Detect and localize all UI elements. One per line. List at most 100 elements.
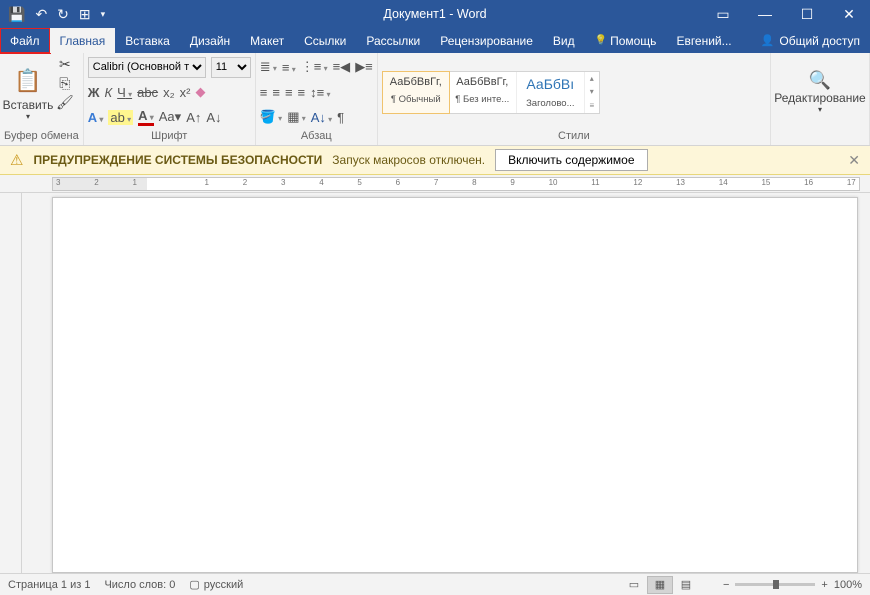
tab-design[interactable]: Дизайн [180,28,240,53]
bullets-button[interactable]: ≣ [260,59,277,75]
group-font: Calibri (Основной тек 11 Ж К Ч abc x₂ x²… [84,53,256,145]
zoom-control: − + 100% [723,579,862,591]
shrink-font-button[interactable]: A↓ [206,110,221,125]
tab-home[interactable]: Главная [50,28,116,53]
page-scroll-area[interactable] [22,193,870,573]
borders-button[interactable]: ▦ [287,109,306,125]
line-spacing-button[interactable]: ↕≡ [310,85,330,100]
style-preview: АаБбВвГг, [385,76,447,88]
web-layout-icon[interactable]: ▤ [673,576,699,594]
strikethrough-button[interactable]: abc [137,85,158,100]
align-right-button[interactable]: ≡ [285,85,293,100]
zoom-slider[interactable] [735,583,815,586]
underline-button[interactable]: Ч [117,85,132,100]
gallery-up-icon[interactable]: ▴ [590,74,594,83]
show-marks-button[interactable]: ¶ [337,110,344,125]
group-paragraph: ≣ ≡ ⋮≡ ≡◀ ▶≡ ≡ ≡ ≡ ≡ ↕≡ 🪣 ▦ A↓ ¶ Абзац [256,53,378,145]
group-paragraph-label: Абзац [260,128,373,145]
group-clipboard: 📋 Вставить ▾ ✂ ⎘ 🖌 Буфер обмена [0,53,84,145]
zoom-level[interactable]: 100% [834,579,862,591]
ribbon-display-icon[interactable]: ▭ [702,0,744,28]
minimize-icon[interactable]: — [744,0,786,28]
italic-button[interactable]: К [105,85,113,100]
undo-icon[interactable]: ↶ [35,6,47,23]
align-center-button[interactable]: ≡ [272,85,280,100]
security-warning-bar: ⚠ ПРЕДУПРЕЖДЕНИЕ СИСТЕМЫ БЕЗОПАСНОСТИ За… [0,146,870,175]
subscript-button[interactable]: x₂ [163,85,175,100]
paste-button[interactable]: 📋 Вставить ▾ [4,56,52,128]
font-size-select[interactable]: 11 [211,57,251,78]
style-heading1[interactable]: АаБбВı Заголово... [517,72,585,113]
tab-review[interactable]: Рецензирование [430,28,543,53]
decrease-indent-button[interactable]: ≡◀ [333,59,351,75]
warning-message: Запуск макросов отключен. [332,153,485,167]
style-normal[interactable]: АаБбВвГг, ¶ Обычный [382,71,450,114]
superscript-button[interactable]: x² [180,85,191,100]
justify-button[interactable]: ≡ [298,85,306,100]
tab-references[interactable]: Ссылки [294,28,356,53]
zoom-in-button[interactable]: + [821,579,827,591]
close-warning-icon[interactable]: ✕ [848,152,860,169]
numbering-button[interactable]: ≡ [282,60,296,75]
warning-icon: ⚠ [10,151,23,169]
group-styles-label: Стили [382,128,766,145]
increase-indent-button[interactable]: ▶≡ [355,59,373,75]
font-name-select[interactable]: Calibri (Основной тек [88,57,206,78]
share-label: Общий доступ [779,34,860,48]
user-name[interactable]: Евгений... [666,28,741,53]
multilevel-button[interactable]: ⋮≡ [301,59,328,75]
word-count[interactable]: Число слов: 0 [104,579,175,591]
editing-label: Редактирование [774,91,865,105]
font-color-button[interactable]: A [138,108,154,126]
cut-icon[interactable]: ✂ [59,56,71,73]
clear-formatting-icon[interactable]: ◆ [195,84,205,100]
share-button[interactable]: Общий доступ [751,28,870,53]
horizontal-ruler[interactable]: 3211234567891011121314151617 [0,175,870,193]
style-name: ¶ Обычный [385,94,447,105]
copy-icon[interactable]: ⎘ [59,75,70,92]
text-effects-button[interactable]: A [88,110,104,125]
highlight-button[interactable]: ab [108,110,133,125]
grow-font-button[interactable]: A↑ [186,110,201,125]
group-styles: АаБбВвГг, ¶ Обычный АаБбВвГг, ¶ Без инте… [378,53,771,145]
window-title: Документ1 - Word [383,7,486,21]
page-count[interactable]: Страница 1 из 1 [8,579,90,591]
read-mode-icon[interactable]: ▭ [621,576,647,594]
redo-icon[interactable]: ↻ [57,6,69,23]
window-controls: ▭ — ☐ ✕ [702,0,870,28]
ribbon: 📋 Вставить ▾ ✂ ⎘ 🖌 Буфер обмена Calibri … [0,53,870,146]
chevron-down-icon: ▾ [818,105,822,114]
touch-mode-icon[interactable]: ⊞ [79,6,91,23]
tab-view[interactable]: Вид [543,28,585,53]
zoom-out-button[interactable]: − [723,579,729,591]
tab-mailings[interactable]: Рассылки [356,28,430,53]
bold-button[interactable]: Ж [88,85,100,100]
save-icon[interactable]: 💾 [8,6,25,23]
styles-gallery[interactable]: АаБбВвГг, ¶ Обычный АаБбВвГг, ¶ Без инте… [382,71,600,114]
language-label: русский [204,579,243,591]
editing-button[interactable]: 🔍 Редактирование ▾ [775,70,865,114]
tab-insert[interactable]: Вставка [115,28,180,53]
ribbon-tabs: Файл Главная Вставка Дизайн Макет Ссылки… [0,28,870,53]
vertical-ruler[interactable] [0,193,22,573]
shading-button[interactable]: 🪣 [260,109,282,125]
style-no-spacing[interactable]: АаБбВвГг, ¶ Без инте... [449,72,517,113]
close-icon[interactable]: ✕ [828,0,870,28]
print-layout-icon[interactable]: ▦ [647,576,673,594]
enable-content-button[interactable]: Включить содержимое [495,149,647,171]
tab-help[interactable]: Помощь [585,28,667,53]
format-painter-icon[interactable]: 🖌 [56,94,74,111]
maximize-icon[interactable]: ☐ [786,0,828,28]
warning-title: ПРЕДУПРЕЖДЕНИЕ СИСТЕМЫ БЕЗОПАСНОСТИ [33,153,322,167]
gallery-down-icon[interactable]: ▾ [590,87,594,96]
tab-file[interactable]: Файл [0,28,50,53]
title-bar: 💾 ↶ ↻ ⊞ ▾ Документ1 - Word ▭ — ☐ ✕ [0,0,870,28]
language-status[interactable]: ▢ русский [189,578,243,591]
tab-layout[interactable]: Макет [240,28,294,53]
gallery-more-icon[interactable]: ≡ [589,101,594,110]
change-case-button[interactable]: Aa▾ [159,109,181,125]
align-left-button[interactable]: ≡ [260,85,268,100]
document-page[interactable] [52,197,858,573]
sort-button[interactable]: A↓ [311,110,332,125]
qat-dropdown-icon[interactable]: ▾ [101,9,106,20]
